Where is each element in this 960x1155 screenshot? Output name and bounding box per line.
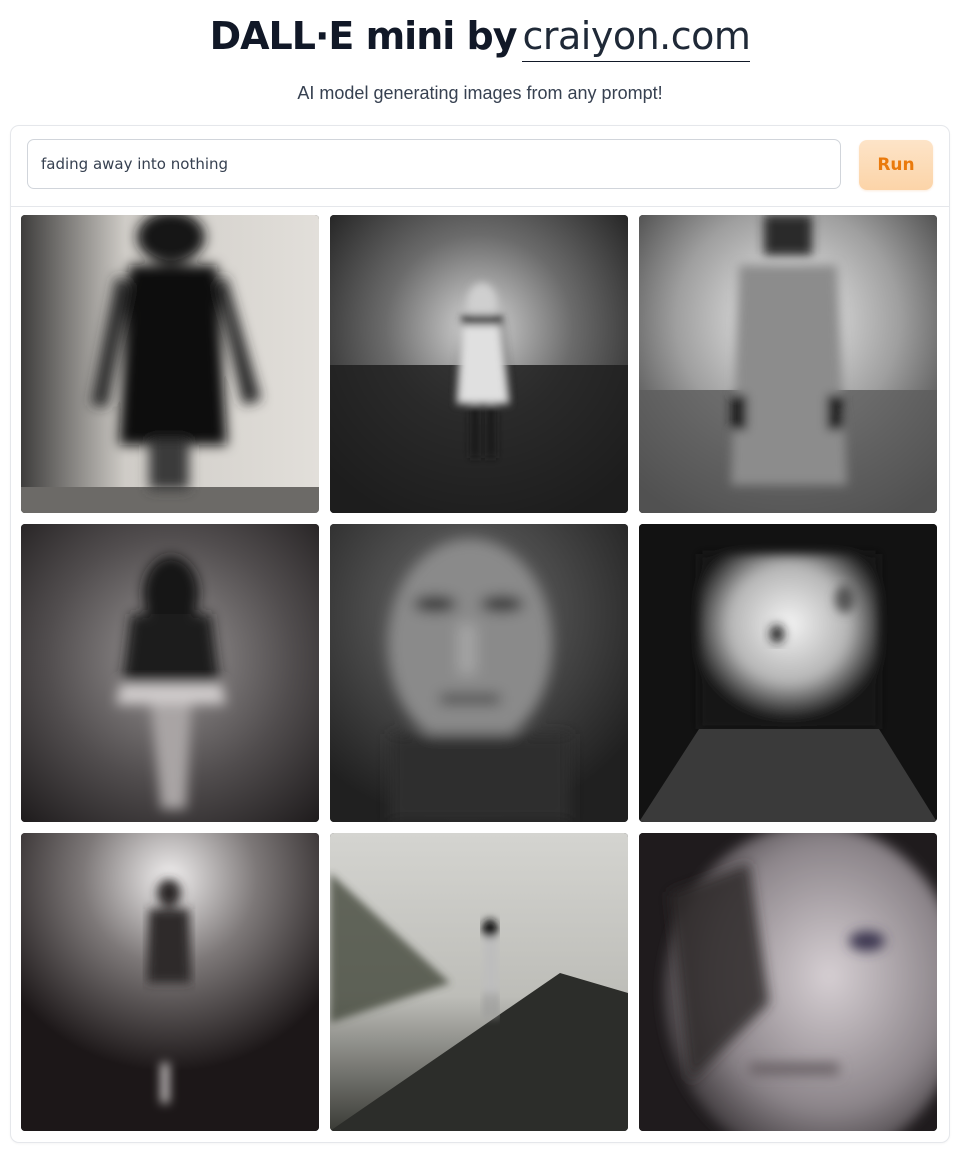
page-title: DALL·E mini by craiyon.com [0, 14, 960, 62]
generated-image-4[interactable] [21, 524, 319, 822]
generated-image-5[interactable] [330, 524, 628, 822]
prompt-bar: Run [11, 126, 949, 207]
generated-image-7[interactable] [21, 833, 319, 1131]
generated-image-2[interactable] [330, 215, 628, 513]
run-button[interactable]: Run [859, 140, 933, 190]
generated-image-8[interactable] [330, 833, 628, 1131]
prompt-input[interactable] [27, 139, 841, 189]
craiyon-link[interactable]: craiyon.com [522, 14, 751, 62]
generated-image-9[interactable] [639, 833, 937, 1131]
page-subtitle: AI model generating images from any prom… [297, 83, 663, 103]
page-header: DALL·E mini by craiyon.com AI model gener… [0, 0, 960, 120]
generated-image-6[interactable] [639, 524, 937, 822]
title-text: DALL·E mini by [209, 14, 518, 58]
generator-card: Run [10, 125, 950, 1143]
generated-image-1[interactable] [21, 215, 319, 513]
generated-image-3[interactable] [639, 215, 937, 513]
